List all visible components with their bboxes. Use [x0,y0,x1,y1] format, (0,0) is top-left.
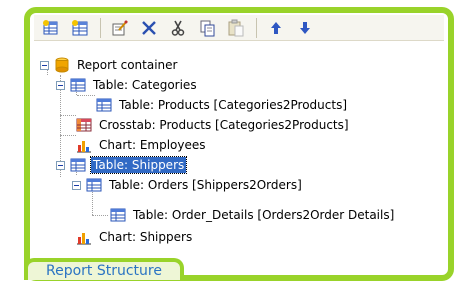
report-tree: Report container Table: Categories Table… [30,45,448,273]
tree-item-label: Table: Products [Categories2Products] [119,98,348,112]
tree-item-label: Table: Orders [Shippers2Orders] [109,178,302,192]
panel-tab-label: Report Structure [46,263,162,279]
tree-item-label: Report container [77,58,178,72]
delete-button[interactable] [138,17,160,39]
table-icon [110,207,126,223]
add-subtable-button[interactable] [69,17,91,39]
tree-item-table-order-details[interactable]: Table: Order_Details [Orders2Order Detai… [110,205,396,225]
tree-item-label: Table: Categories [93,78,197,92]
tree-item-table-orders[interactable]: Table: Orders [Shippers2Orders] [72,175,304,195]
add-table-icon [43,19,58,34]
tree-item-label: Chart: Employees [99,138,206,152]
tree-item-chart-employees[interactable]: Chart: Employees [76,135,208,155]
collapse-toggle[interactable] [72,180,81,190]
collapse-toggle[interactable] [40,60,49,70]
tree-item-table-products[interactable]: Table: Products [Categories2Products] [96,95,349,115]
paste-button[interactable] [225,17,247,39]
tree-item-label: Crosstab: Products [Categories2Products] [99,118,349,132]
collapse-toggle[interactable] [56,80,65,90]
toolbar-separator [256,17,257,38]
cut-icon [171,20,185,36]
delete-icon [142,20,156,35]
copy-button[interactable] [196,17,218,39]
table-icon [70,77,86,93]
move-up-icon [271,21,281,34]
tree-connector [77,95,95,96]
panel-tab-report-structure[interactable]: Report Structure [24,258,184,280]
tree-item-chart-shippers[interactable]: Chart: Shippers [76,227,194,247]
tree-item-report-container[interactable]: Report container [40,55,179,75]
add-table-button[interactable] [40,17,62,39]
move-down-icon [300,21,310,34]
toolbar [34,15,444,41]
tree-item-label: Table: Order_Details [Orders2Order Detai… [133,208,395,222]
tree-item-label: Table: Shippers [89,156,188,174]
chart-icon [76,229,92,245]
tree-connector [60,115,76,116]
tree-connector [92,215,108,216]
collapse-toggle[interactable] [56,160,65,170]
edit-properties-icon [112,19,128,35]
chart-icon [76,137,92,153]
toolbar-separator [100,17,101,38]
tree-item-table-categories[interactable]: Table: Categories [56,75,199,95]
container-icon [54,57,70,73]
crosstab-icon [76,117,92,133]
move-up-button[interactable] [265,17,287,39]
paste-icon [228,19,244,36]
edit-properties-button[interactable] [109,17,131,39]
table-icon [86,177,102,193]
tree-connector [60,135,76,136]
add-subtable-icon [72,19,88,35]
move-down-button[interactable] [294,17,316,39]
tree-item-label: Chart: Shippers [99,230,193,244]
table-icon [70,157,86,173]
report-structure-panel: Report container Table: Categories Table… [24,7,454,281]
cut-button[interactable] [167,17,189,39]
copy-icon [200,20,215,36]
table-icon [96,97,112,113]
tree-item-crosstab-products[interactable]: Crosstab: Products [Categories2Products] [76,115,351,135]
tree-item-table-shippers[interactable]: Table: Shippers [56,155,188,175]
